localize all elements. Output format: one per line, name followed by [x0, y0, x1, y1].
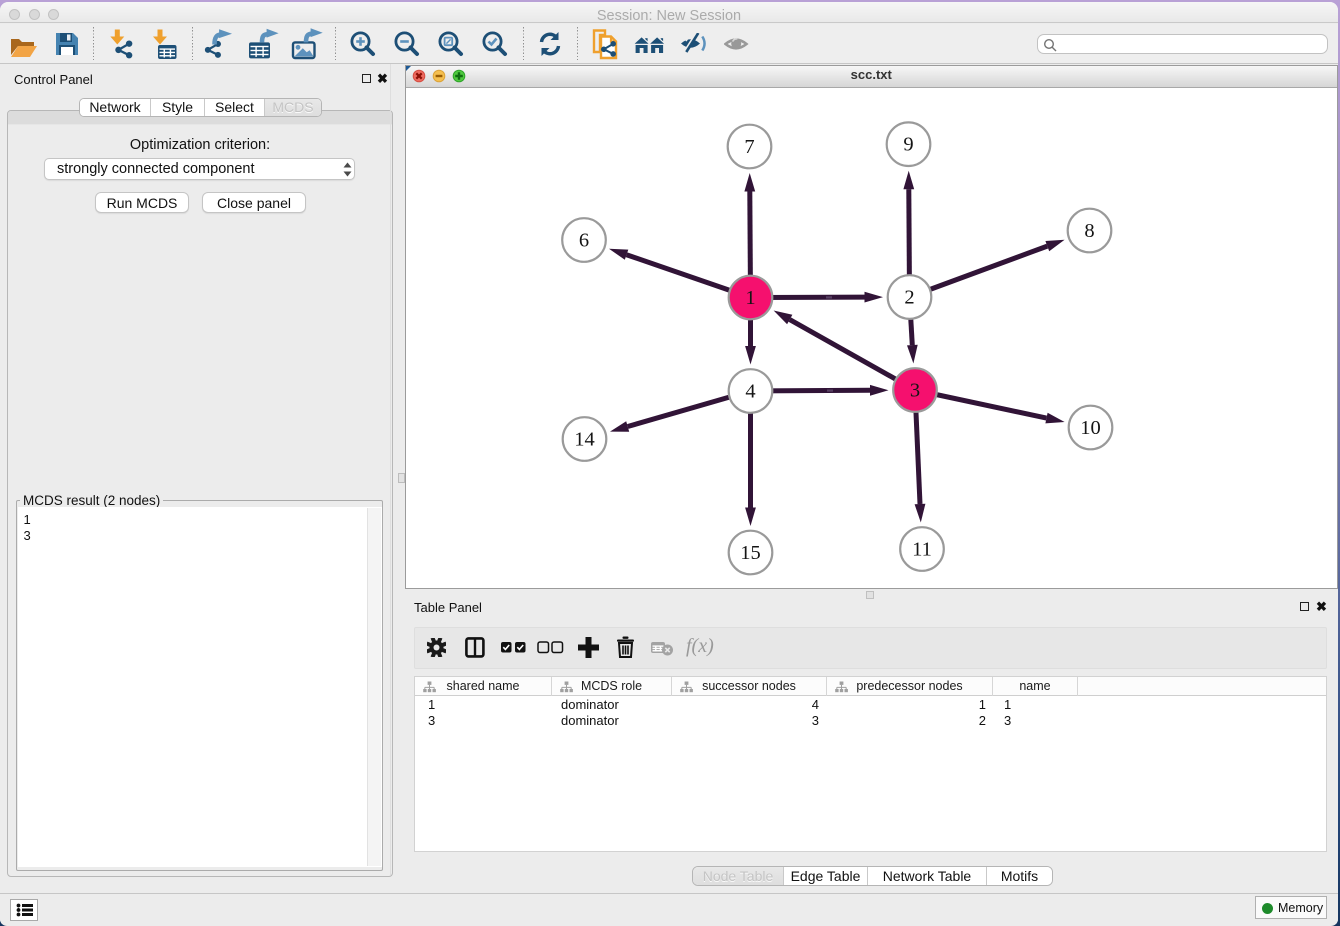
svg-text:2: 2	[904, 286, 914, 308]
svg-text:8: 8	[1084, 220, 1094, 242]
svg-text:9: 9	[903, 133, 913, 155]
svg-text:7: 7	[744, 136, 754, 158]
svg-text:3: 3	[910, 379, 920, 401]
svg-text:10: 10	[1080, 417, 1101, 439]
svg-text:11: 11	[912, 538, 932, 560]
svg-text:15: 15	[740, 542, 761, 564]
svg-text:14: 14	[574, 428, 595, 450]
svg-text:6: 6	[579, 229, 589, 251]
svg-text:1: 1	[745, 287, 755, 309]
svg-text:4: 4	[745, 380, 755, 402]
